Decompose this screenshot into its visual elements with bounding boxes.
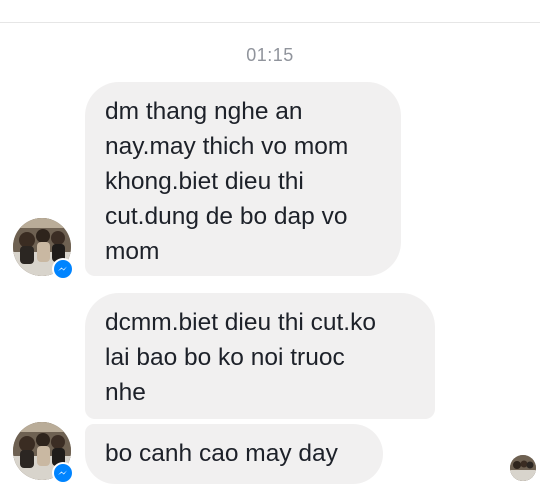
header-divider <box>0 22 540 23</box>
seen-indicator-avatar <box>510 455 536 481</box>
messenger-icon <box>52 462 74 484</box>
message-bubble[interactable]: bo canh cao may day <box>85 424 383 484</box>
message-bubble[interactable]: dm thang nghe an nay.may thich vo mom kh… <box>85 82 401 276</box>
messenger-icon <box>52 258 74 280</box>
message-bubble[interactable]: dcmm.biet dieu thi cut.ko lai bao bo ko … <box>85 293 435 419</box>
message-timestamp: 01:15 <box>246 45 294 65</box>
chat-thread: 01:15 dm thang nghe an nay.may thich vo … <box>0 0 540 497</box>
